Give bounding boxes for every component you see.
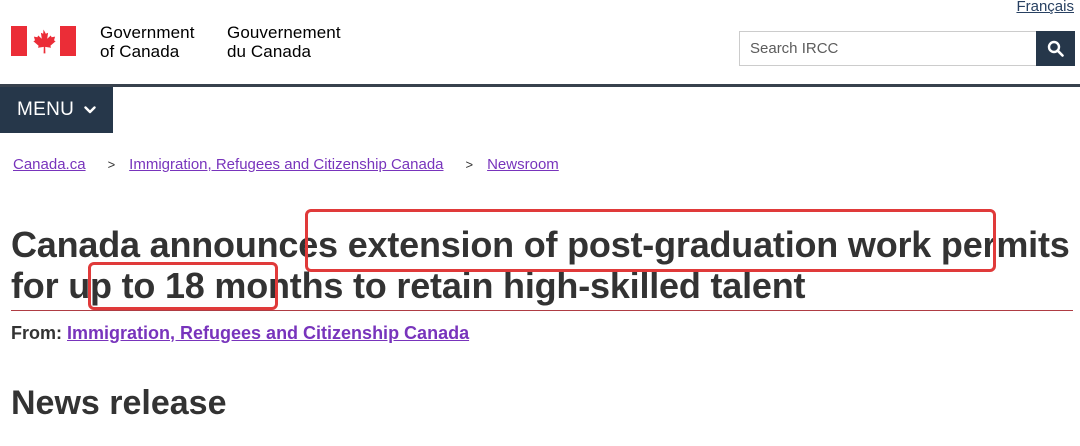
menu-button[interactable]: MENU — [0, 87, 113, 133]
breadcrumb-item-newsroom[interactable]: Newsroom — [487, 156, 559, 173]
breadcrumb: Canada.ca > Immigration, Refugees and Ci… — [13, 156, 559, 173]
wordmark-fr-line1: Gouvernement — [227, 23, 341, 42]
search-icon — [1047, 40, 1064, 57]
breadcrumb-item-ircc[interactable]: Immigration, Refugees and Citizenship Ca… — [129, 156, 443, 173]
breadcrumb-separator: > — [465, 157, 474, 172]
canada-flag-icon[interactable] — [11, 26, 76, 56]
wordmark-english[interactable]: Government of Canada — [100, 23, 195, 61]
title-part: Canada announces — [11, 224, 348, 265]
highlight-box-months — [88, 262, 278, 310]
highlight-box-extension — [305, 209, 996, 272]
wordmark-en-line2: of Canada — [100, 42, 180, 61]
search-bar — [739, 31, 1075, 66]
breadcrumb-separator: > — [107, 157, 116, 172]
language-toggle-link[interactable]: Français — [1016, 0, 1074, 15]
search-button[interactable] — [1036, 31, 1075, 66]
wordmark-en-line1: Government — [100, 23, 195, 42]
chevron-down-icon — [84, 106, 96, 114]
search-input[interactable] — [739, 31, 1036, 66]
wordmark-fr-line2: du Canada — [227, 42, 312, 61]
breadcrumb-item-canada[interactable]: Canada.ca — [13, 156, 86, 173]
from-department-link[interactable]: Immigration, Refugees and Citizenship Ca… — [67, 323, 469, 343]
from-label: From: — [11, 323, 62, 343]
from-line: From: Immigration, Refugees and Citizens… — [11, 323, 469, 344]
header-divider — [0, 84, 1080, 87]
wordmark-french[interactable]: Gouvernement du Canada — [227, 23, 341, 61]
title-underline — [11, 310, 1073, 311]
menu-label: MENU — [17, 99, 75, 120]
section-heading: News release — [11, 384, 227, 422]
